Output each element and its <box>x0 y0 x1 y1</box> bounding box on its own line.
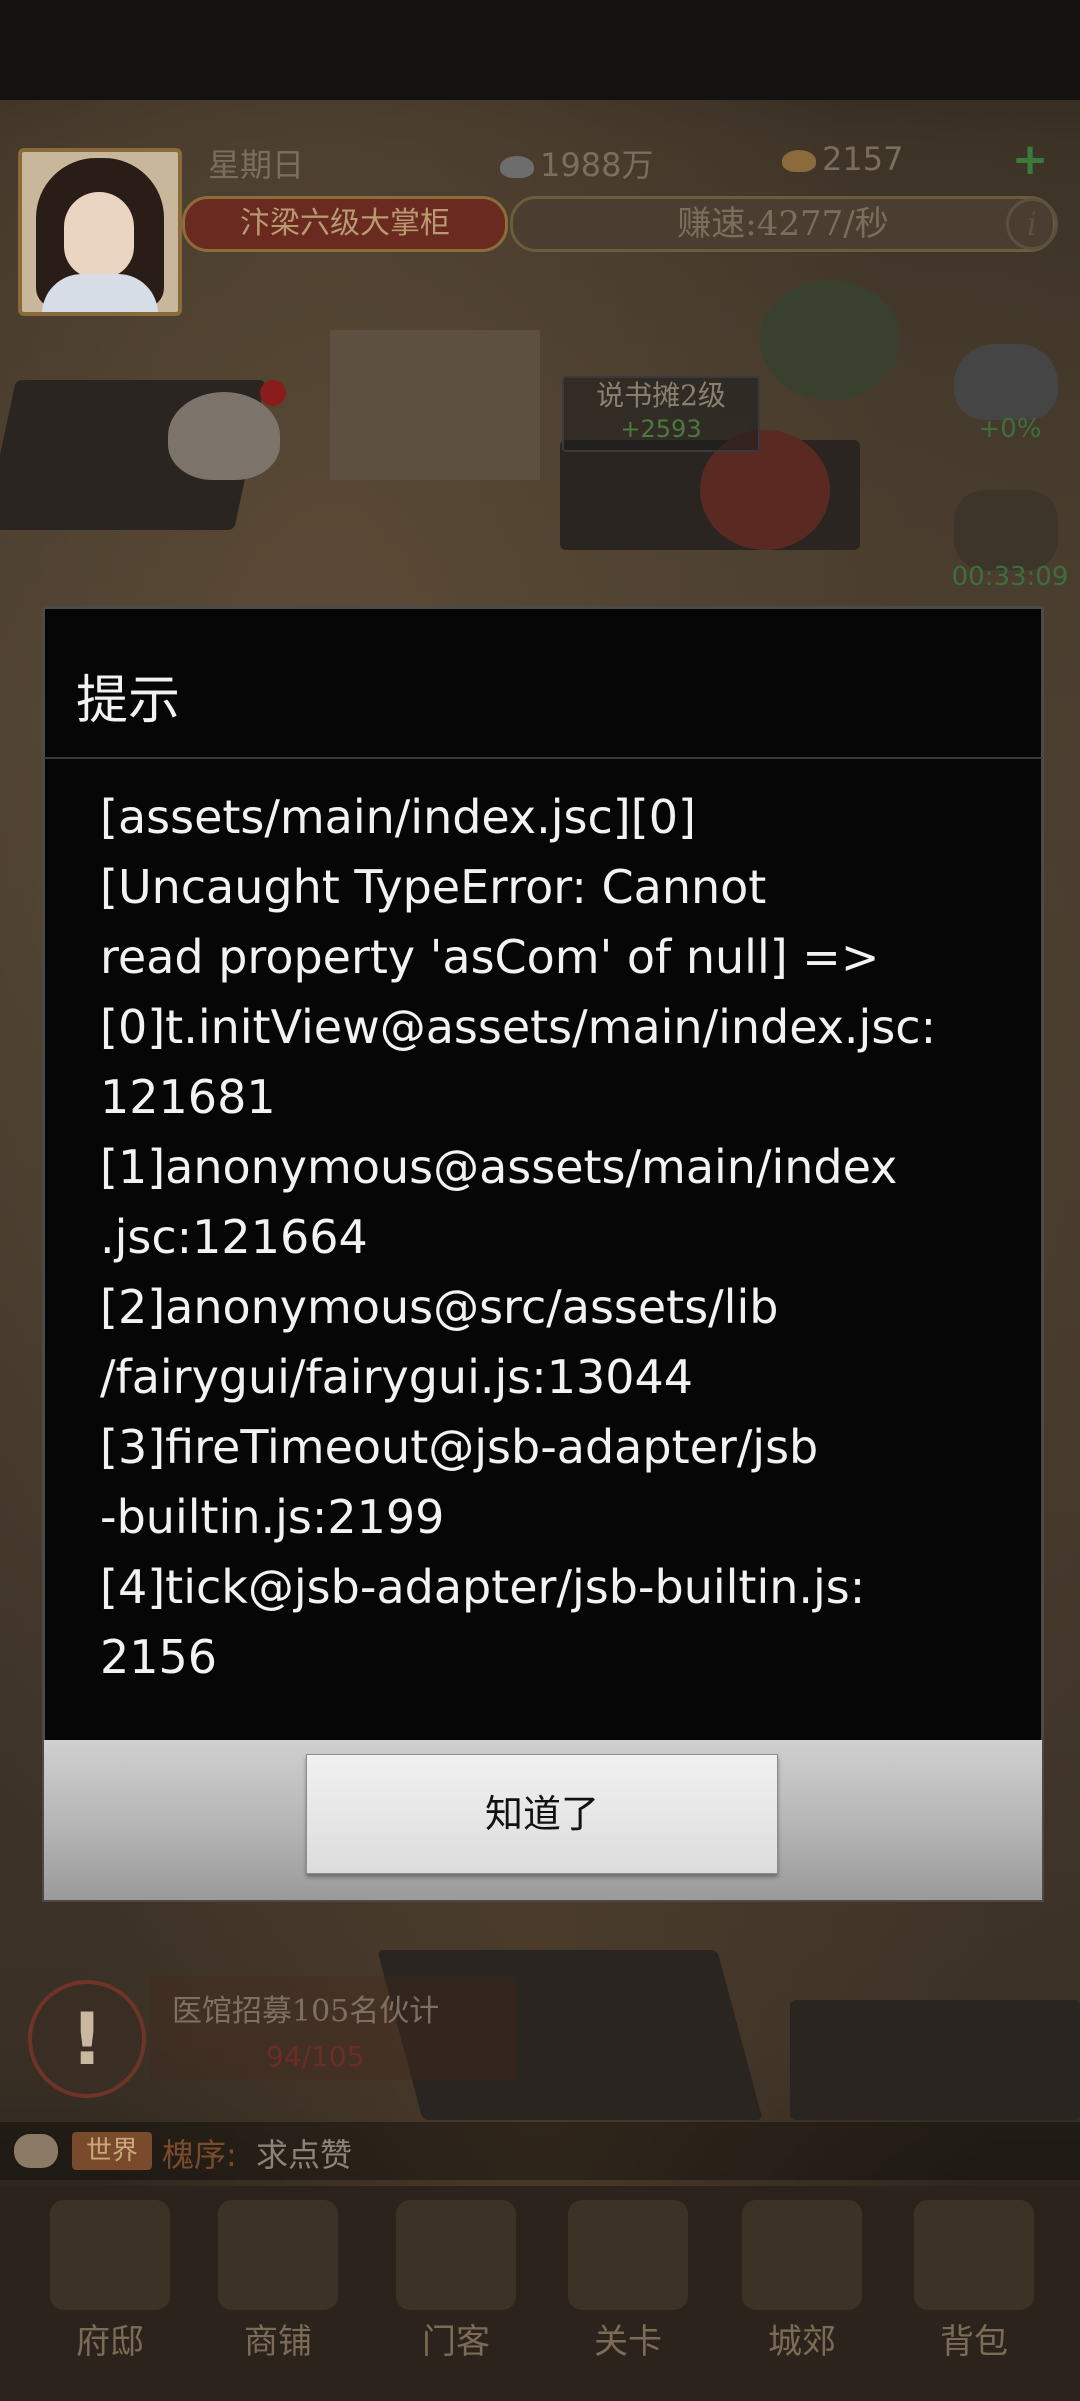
building-wall <box>330 330 540 480</box>
message-line: read property 'asCom' of null] => <box>100 930 880 984</box>
message-line: [0]t.initView@assets/main/index.jsc: <box>100 1000 937 1054</box>
event-timer: 00:33:09 <box>951 562 1069 592</box>
tree <box>760 280 900 400</box>
ingot-bonus-percent: +0% <box>978 414 1042 444</box>
rank-badge[interactable]: 汴梁六级大掌柜 <box>182 196 508 252</box>
message-line: [Uncaught TypeError: Cannot <box>100 860 767 914</box>
chat-channel-tag: 世界 <box>72 2132 152 2170</box>
silver-value: 1988万 <box>540 146 654 184</box>
building-roof <box>790 2000 1080 2120</box>
chat-message: 求点赞 <box>256 2136 353 2174</box>
top-strip <box>0 0 1080 100</box>
dialog-title: 提示 <box>76 671 181 731</box>
retainer-icon <box>396 2200 516 2310</box>
mansion-icon <box>50 2200 170 2310</box>
gold-ingot-icon <box>782 150 816 172</box>
nav-tab-retainers[interactable]: 门客 <box>370 2192 542 2368</box>
message-line: 121681 <box>100 1070 276 1124</box>
message-line: [4]tick@jsb-adapter/jsb-builtin.js: <box>100 1560 866 1614</box>
crossed-swords-icon <box>568 2200 688 2310</box>
message-line: 2156 <box>100 1630 218 1684</box>
bag-icon <box>914 2200 1034 2310</box>
ingot-bonus-icon[interactable] <box>954 344 1058 420</box>
message-line: [1]anonymous@assets/main/index <box>100 1140 898 1194</box>
chat-bubble-icon[interactable] <box>14 2134 58 2168</box>
stall-name: 说书摊2级 <box>596 379 726 412</box>
chat-sender: 槐序: <box>162 2136 237 2174</box>
notification-dot <box>260 380 286 406</box>
info-icon[interactable]: i <box>1006 198 1058 250</box>
player-avatar[interactable] <box>18 148 182 316</box>
nav-tab-label: 府邸 <box>76 2322 144 2362</box>
weekday-label: 星期日 <box>208 146 305 184</box>
nav-tab-shop[interactable]: 商铺 <box>192 2192 364 2368</box>
nav-tab-mansion[interactable]: 府邸 <box>24 2192 196 2368</box>
dialog-message: [assets/main/index.jsc][0] [Uncaught Typ… <box>100 782 1000 1692</box>
silver-ingot-icon <box>500 156 534 178</box>
task-progress: 94/105 <box>266 2040 365 2073</box>
gold-counter: 2157 <box>782 140 903 178</box>
dialog-divider <box>44 757 1042 759</box>
ok-button[interactable]: 知道了 <box>306 1754 778 1874</box>
message-line: .jsc:121664 <box>100 1210 368 1264</box>
message-line: -builtin.js:2199 <box>100 1490 445 1544</box>
add-currency-plus-icon[interactable]: + <box>1008 138 1052 182</box>
task-title: 医馆招募105名伙计 <box>172 1994 440 2029</box>
message-line: [3]fireTimeout@jsb-adapter/jsb <box>100 1420 819 1474</box>
shop-icon <box>218 2200 338 2310</box>
nav-tab-label: 商铺 <box>244 2322 312 2362</box>
gold-value: 2157 <box>822 140 904 178</box>
nav-tab-outskirts[interactable]: 城郊 <box>716 2192 888 2368</box>
carriage-icon <box>742 2200 862 2310</box>
nav-tab-label: 背包 <box>940 2322 1008 2362</box>
task-alert-icon[interactable]: ! <box>28 1980 146 2098</box>
nav-tab-label: 城郊 <box>768 2322 836 2362</box>
nav-tab-label: 门客 <box>422 2322 490 2362</box>
message-line: [assets/main/index.jsc][0] <box>100 790 696 844</box>
nav-tab-stages[interactable]: 关卡 <box>542 2192 714 2368</box>
nav-tab-label: 关卡 <box>594 2322 662 2362</box>
cauldron-icon[interactable] <box>954 490 1058 570</box>
message-line: [2]anonymous@src/assets/lib <box>100 1280 779 1334</box>
storyteller-stall-label[interactable]: 说书摊2级 +2593 <box>562 376 760 452</box>
teapot-icon[interactable] <box>168 392 280 480</box>
message-line: /fairygui/fairygui.js:13044 <box>100 1350 694 1404</box>
earn-rate-display: 赚速:4277/秒 <box>510 196 1056 252</box>
stall-gain: +2593 <box>620 415 702 443</box>
nav-tab-bag[interactable]: 背包 <box>888 2192 1060 2368</box>
silver-counter: 1988万 <box>500 140 653 186</box>
